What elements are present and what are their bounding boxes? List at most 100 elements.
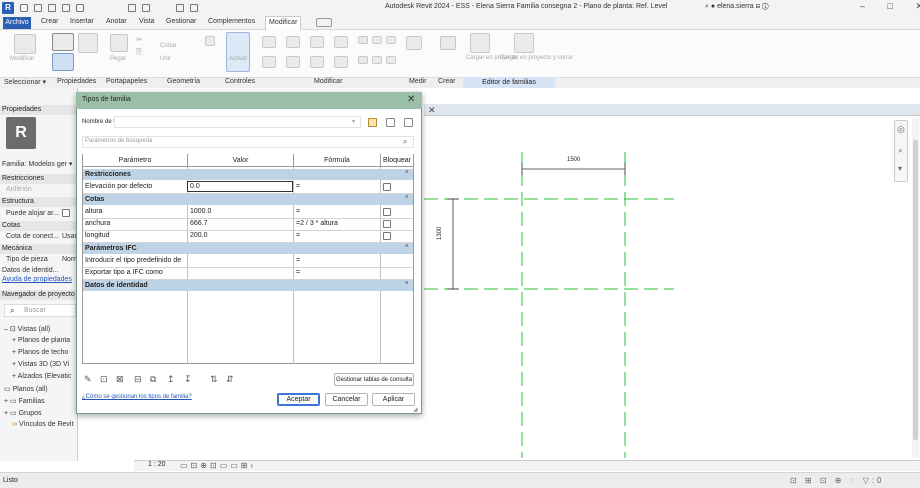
pin-icon[interactable]	[358, 56, 368, 64]
panel-seleccionar[interactable]: Seleccionar ▾	[4, 78, 46, 86]
close-view-icon[interactable]: ✕	[428, 105, 436, 116]
param-formula[interactable]: =	[294, 255, 380, 267]
search-icon[interactable]: ⌕	[403, 137, 407, 147]
tree-familias[interactable]: + ▭ Familias	[4, 397, 45, 405]
param-formula[interactable]: =2 / 3 * altura	[294, 218, 380, 230]
zoom-wheel-icon[interactable]: ◎	[897, 124, 905, 135]
sync-icon[interactable]	[48, 4, 56, 12]
new-type-icon[interactable]	[368, 118, 377, 127]
lock-checkbox[interactable]	[383, 220, 391, 228]
close-hidden-icon[interactable]	[190, 4, 198, 12]
split-icon[interactable]	[358, 36, 368, 44]
zoom-menu-icon[interactable]: ▾	[898, 164, 902, 173]
tree-vinculos[interactable]: ∞ Vínculos de Revit	[12, 421, 73, 428]
prop-cota-conect-value[interactable]: Usar	[62, 233, 77, 240]
revit-logo-icon[interactable]: R	[2, 2, 14, 14]
shared-parameter-icon[interactable]: ⊟	[134, 374, 142, 385]
expand-icon[interactable]: ˅	[405, 281, 409, 287]
rename-type-icon[interactable]	[386, 118, 395, 127]
print-icon[interactable]	[128, 4, 136, 12]
menu-archivo[interactable]: Archivo	[3, 17, 31, 29]
menu-crear[interactable]: Crear	[41, 18, 59, 29]
help-icon[interactable]: ⓘ	[762, 3, 769, 10]
delete-icon[interactable]	[386, 56, 396, 64]
collapse-icon[interactable]: ˄	[405, 195, 409, 201]
properties-help-link[interactable]: Ayuda de propiedades	[2, 276, 72, 283]
move-down-icon[interactable]: ↧	[184, 374, 192, 385]
ok-button[interactable]: Aceptar	[277, 393, 320, 406]
lock-checkbox[interactable]	[383, 232, 391, 240]
group-identidad-row[interactable]: Datos de identidad	[83, 280, 413, 291]
selection-filter-icons[interactable]: ⊡ ⊞ ⊡ ⊕ ◌ ▽:0	[790, 476, 885, 485]
scale-icon[interactable]	[386, 36, 396, 44]
view-control-icons[interactable]: ▭⊡⊕⊡▭▭⊞‹	[180, 461, 256, 470]
param-value[interactable]	[188, 255, 292, 267]
param-value[interactable]	[188, 267, 292, 279]
edit-parameter-icon[interactable]: ✎	[84, 374, 92, 385]
copy-tool-icon[interactable]	[286, 56, 300, 68]
menu-complementos[interactable]: Complementos	[208, 18, 255, 29]
open-icon[interactable]	[20, 4, 28, 12]
cortar-label[interactable]: Cortar	[160, 43, 177, 49]
param-formula[interactable]: =	[294, 230, 380, 242]
thin-lines-icon[interactable]	[176, 4, 184, 12]
window-controls[interactable]: – □ ✕	[860, 1, 920, 12]
dimension-1300[interactable]	[447, 198, 459, 290]
group-cotas-row[interactable]: Cotas	[83, 194, 413, 205]
paste-icon[interactable]	[110, 34, 128, 52]
chevron-down-icon[interactable]: ▾	[352, 118, 355, 125]
copy-icon[interactable]: ⎘	[136, 47, 142, 57]
measure-tool-icon[interactable]	[406, 36, 422, 50]
lock-checkbox[interactable]	[383, 183, 391, 191]
modify-cursor-icon[interactable]	[14, 34, 36, 54]
puede-alojar-checkbox[interactable]	[62, 209, 70, 217]
contextual-tab-toggle[interactable]	[316, 18, 332, 27]
copy-parameter-icon[interactable]: ⧉	[150, 374, 156, 385]
cut-icon[interactable]: ✂	[136, 35, 143, 44]
mirror-draw-icon[interactable]	[334, 36, 348, 48]
view-scale[interactable]: 1 : 20	[148, 461, 166, 468]
zoom-icon[interactable]: ⌕	[898, 146, 902, 156]
offset-icon[interactable]	[286, 36, 300, 48]
join-geometry-icon[interactable]	[205, 36, 215, 46]
move-up-icon[interactable]: ↥	[167, 374, 175, 385]
trim-icon[interactable]	[334, 56, 348, 68]
user-name[interactable]: elena.sierra	[717, 3, 754, 10]
cargar-cerrar-label[interactable]: Cargar en proyecto y cerrar	[500, 55, 573, 61]
move-icon[interactable]	[262, 56, 276, 68]
lock-checkbox[interactable]	[383, 208, 391, 216]
create-tool-icon[interactable]	[440, 36, 456, 50]
menu-modificar[interactable]: Modificar	[265, 16, 302, 30]
align-icon[interactable]	[262, 36, 276, 48]
type-name-combo[interactable]	[114, 116, 361, 128]
manage-lookup-tables-button[interactable]: Gestionar tablas de consulta	[334, 373, 414, 386]
sort-ascending-icon[interactable]: ⇅	[210, 374, 218, 385]
tree-vistas-3d[interactable]: + Vistas 3D (3D Vi	[12, 361, 69, 368]
menu-insertar[interactable]: Insertar	[70, 18, 94, 29]
param-value[interactable]: 1000.0	[188, 206, 292, 218]
delete-type-icon[interactable]	[404, 118, 413, 127]
group-restricciones-row[interactable]: Restricciones	[83, 169, 413, 180]
type-properties-icon[interactable]	[52, 33, 74, 51]
menu-anotar[interactable]: Anotar	[106, 18, 127, 29]
mirror-icon[interactable]	[310, 36, 324, 48]
rotate-icon[interactable]	[310, 56, 324, 68]
param-formula[interactable]: =	[294, 267, 380, 279]
tree-vistas[interactable]: – ⊡ Vistas (all)	[4, 325, 50, 333]
sort-descending-icon[interactable]: ⇵	[226, 374, 234, 385]
param-value[interactable]: 0.0	[188, 181, 292, 193]
apply-button[interactable]: Aplicar	[372, 393, 415, 406]
cancel-button[interactable]: Cancelar	[325, 393, 368, 406]
new-parameter-icon[interactable]: ⊡	[100, 374, 108, 385]
tree-grupos[interactable]: + ▭ Grupos	[4, 409, 42, 417]
tree-planos-planta[interactable]: + Planos de planta	[12, 337, 70, 344]
drawing-canvas[interactable]	[424, 117, 920, 458]
tree-alzados[interactable]: + Alzados (Elevatic	[12, 373, 71, 380]
tree-planos-all[interactable]: ▭ Planos (all)	[4, 385, 48, 393]
col-parametro[interactable]: Parámetro	[83, 154, 188, 167]
param-value[interactable]: 666.7	[188, 218, 292, 230]
resize-grip-icon[interactable]: ◢	[413, 406, 418, 413]
activar-controls-icon[interactable]	[226, 32, 250, 72]
menu-vista[interactable]: Vista	[139, 18, 154, 29]
cargar-proyecto-label[interactable]: Cargar en proyecto	[466, 55, 517, 61]
